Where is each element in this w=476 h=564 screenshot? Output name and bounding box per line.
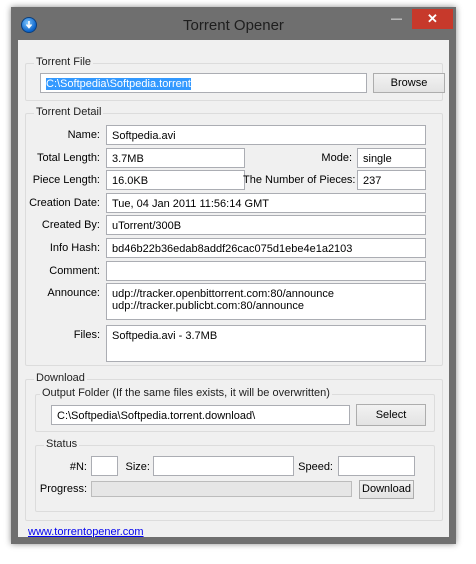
- announce-field[interactable]: udp://tracker.openbittorrent.com:80/anno…: [106, 283, 426, 320]
- announce-label: Announce:: [47, 287, 100, 299]
- app-window: Torrent Opener — ✕ Torrent File C:\Softp…: [11, 7, 456, 544]
- torrent-path-input[interactable]: C:\Softpedia\Softpedia.torrent: [40, 73, 367, 93]
- created-by-field[interactable]: uTorrent/300B: [106, 215, 426, 235]
- speed-field[interactable]: [338, 456, 415, 476]
- files-label: Files:: [73, 329, 100, 341]
- status-group-title: Status: [44, 438, 80, 450]
- download-group-title: Download: [34, 372, 87, 384]
- minimize-icon: —: [391, 13, 402, 25]
- comment-label: Comment:: [49, 265, 100, 277]
- output-folder-input[interactable]: C:\Softpedia\Softpedia.torrent.download\: [51, 405, 350, 425]
- size-label: Size:: [125, 461, 150, 473]
- progress-label: Progress:: [39, 483, 87, 495]
- torrent-path-text: C:\Softpedia\Softpedia.torrent: [46, 78, 191, 90]
- comment-field[interactable]: [106, 261, 426, 281]
- total-length-field[interactable]: 3.7MB: [106, 148, 245, 168]
- minimize-button[interactable]: —: [383, 9, 410, 29]
- speed-label: Speed:: [298, 461, 333, 473]
- files-field[interactable]: Softpedia.avi - 3.7MB: [106, 325, 426, 362]
- n-field[interactable]: [91, 456, 118, 476]
- torrent-file-group-title: Torrent File: [34, 56, 94, 68]
- name-field[interactable]: Softpedia.avi: [106, 125, 426, 145]
- creation-date-label: Creation Date:: [29, 197, 100, 209]
- torrent-detail-group-title: Torrent Detail: [34, 106, 104, 118]
- total-length-label: Total Length:: [37, 152, 100, 164]
- website-link[interactable]: www.torrentopener.com: [28, 526, 144, 538]
- close-icon: ✕: [427, 11, 438, 26]
- progress-bar: [91, 481, 352, 497]
- created-by-label: Created By:: [41, 219, 100, 231]
- piece-length-label: Piece Length:: [32, 174, 100, 186]
- info-hash-field[interactable]: bd46b22b36edab8addf26cac075d1ebe4e1a2103: [106, 238, 426, 258]
- mode-field[interactable]: single: [357, 148, 426, 168]
- title-bar[interactable]: Torrent Opener — ✕: [11, 7, 456, 40]
- n-label: #N:: [69, 461, 87, 473]
- name-label: Name:: [67, 129, 100, 141]
- piece-length-field[interactable]: 16.0KB: [106, 170, 245, 190]
- size-field[interactable]: [153, 456, 294, 476]
- browse-button[interactable]: Browse: [373, 73, 445, 93]
- output-folder-group-title: Output Folder (If the same files exists,…: [40, 387, 332, 399]
- creation-date-field[interactable]: Tue, 04 Jan 2011 11:56:14 GMT: [106, 193, 426, 213]
- info-hash-label: Info Hash:: [49, 242, 100, 254]
- download-button[interactable]: Download: [359, 480, 414, 499]
- mode-label: Mode:: [321, 152, 352, 164]
- num-pieces-label: The Number of Pieces:: [243, 174, 356, 186]
- select-button[interactable]: Select: [356, 404, 426, 426]
- client-area: Torrent File C:\Softpedia\Softpedia.torr…: [18, 40, 449, 538]
- close-button[interactable]: ✕: [412, 9, 453, 29]
- num-pieces-field[interactable]: 237: [357, 170, 426, 190]
